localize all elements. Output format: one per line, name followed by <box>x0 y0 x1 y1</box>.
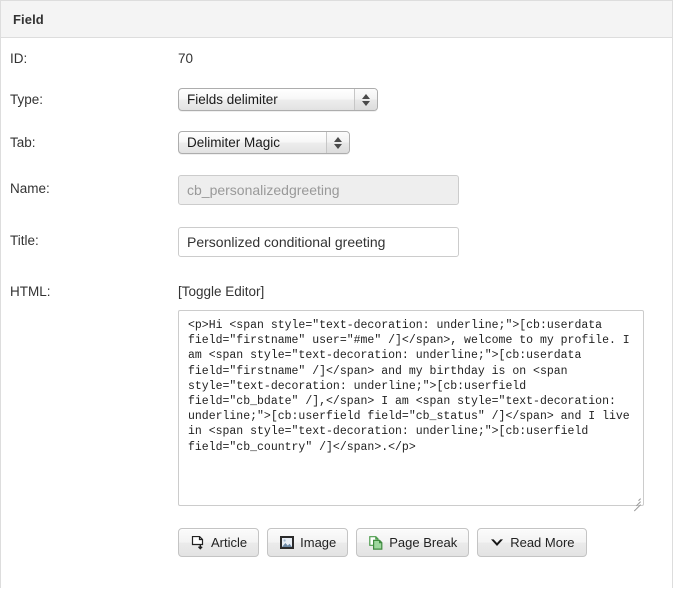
article-icon <box>190 535 205 550</box>
chevron-down-icon <box>362 100 370 106</box>
chevron-up-icon <box>334 136 342 142</box>
image-icon <box>279 535 294 550</box>
read-more-icon <box>489 535 504 550</box>
name-input <box>178 175 459 205</box>
stepper-arrows-icon[interactable] <box>354 89 377 110</box>
label-type: Type: <box>10 92 44 107</box>
value-col-html: [Toggle Editor] <p>Hi <span style="text-… <box>178 284 672 557</box>
insert-page-break-button[interactable]: Page Break <box>356 528 470 557</box>
tab-select-value: Delimiter Magic <box>187 135 281 150</box>
field-row-name: Name: <box>1 175 672 205</box>
insert-image-label: Image <box>300 535 337 550</box>
value-col-tab: Delimiter Magic <box>178 131 672 154</box>
field-row-id: ID: 70 <box>1 51 672 67</box>
value-col-title <box>178 227 672 257</box>
insert-article-button[interactable]: Article <box>178 528 260 557</box>
label-name: Name: <box>10 181 50 196</box>
insert-image-button[interactable]: Image <box>267 528 349 557</box>
page-break-icon <box>368 535 383 550</box>
label-html: HTML: <box>10 284 51 299</box>
insert-article-label: Article <box>211 535 248 550</box>
chevron-down-icon <box>334 143 342 149</box>
value-col-type: Fields delimiter <box>178 88 672 111</box>
field-panel: Field ID: 70 Type: Fields delimiter Tab:… <box>0 0 673 588</box>
insert-read-more-label: Read More <box>510 535 575 550</box>
tab-select[interactable]: Delimiter Magic <box>178 131 350 154</box>
label-tab: Tab: <box>10 135 36 150</box>
panel-body: ID: 70 Type: Fields delimiter Tab: Delim… <box>1 51 672 557</box>
field-row-tab: Tab: Delimiter Magic <box>1 131 672 154</box>
toggle-editor-link[interactable]: [Toggle Editor] <box>178 284 264 300</box>
value-col-id: 70 <box>178 51 672 67</box>
value-col-name <box>178 175 672 205</box>
type-select-value: Fields delimiter <box>187 92 278 107</box>
label-id: ID: <box>10 51 28 66</box>
field-id-value: 70 <box>178 51 194 66</box>
stepper-arrows-icon[interactable] <box>326 132 349 153</box>
chevron-up-icon <box>362 93 370 99</box>
field-row-type: Type: Fields delimiter <box>1 88 672 111</box>
html-editor-textarea[interactable] <box>178 310 644 506</box>
field-row-html: HTML: [Toggle Editor] <p>Hi <span style=… <box>1 284 672 557</box>
title-input[interactable] <box>178 227 459 257</box>
panel-header: Field <box>1 1 672 38</box>
page-title: Field <box>13 11 44 27</box>
label-title: Title: <box>10 233 39 248</box>
editor-wrap <box>178 300 644 512</box>
insert-page-break-label: Page Break <box>389 535 458 550</box>
editor-button-bar: Article Image Page Break Read More <box>178 528 672 557</box>
insert-read-more-button[interactable]: Read More <box>477 528 587 557</box>
type-select[interactable]: Fields delimiter <box>178 88 378 111</box>
field-row-title: Title: <box>1 227 672 257</box>
